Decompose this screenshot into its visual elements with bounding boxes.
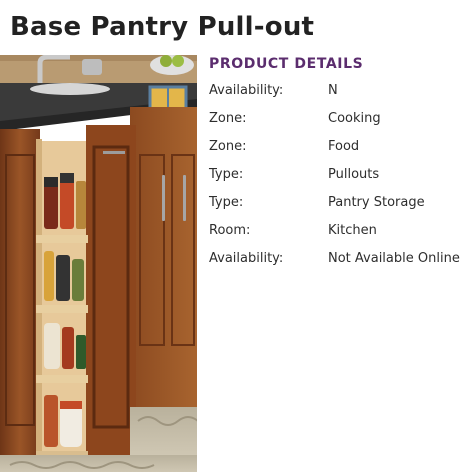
detail-value: Cooking [328, 111, 381, 126]
detail-row-type: Type: Pantry Storage [209, 189, 471, 217]
detail-label: Zone: [209, 139, 247, 154]
detail-label: Room: [209, 223, 251, 238]
detail-label: Type: [209, 167, 244, 182]
detail-row-zone: Zone: Cooking [209, 105, 471, 133]
detail-row-availability: Availability: Not Available Online [209, 245, 471, 273]
product-details-heading: PRODUCT DETAILS [209, 56, 364, 72]
detail-row-type: Type: Pullouts [209, 161, 471, 189]
detail-value: Kitchen [328, 223, 377, 238]
detail-row-room: Room: Kitchen [209, 217, 471, 245]
detail-row-zone: Zone: Food [209, 133, 471, 161]
detail-value: N [328, 83, 338, 98]
detail-label: Type: [209, 195, 244, 210]
page-title: Base Pantry Pull-out [10, 12, 315, 42]
detail-label: Zone: [209, 111, 247, 126]
detail-value: Pullouts [328, 167, 380, 182]
product-image [0, 55, 197, 472]
detail-row-availability: Availability: N [209, 77, 471, 105]
detail-label: Availability: [209, 83, 284, 98]
detail-label: Availability: [209, 251, 284, 266]
product-details: PRODUCT DETAILS Availability: N Zone: Co… [209, 55, 471, 273]
detail-value: Pantry Storage [328, 195, 425, 210]
detail-value: Food [328, 139, 360, 154]
detail-value: Not Available Online [328, 251, 460, 266]
